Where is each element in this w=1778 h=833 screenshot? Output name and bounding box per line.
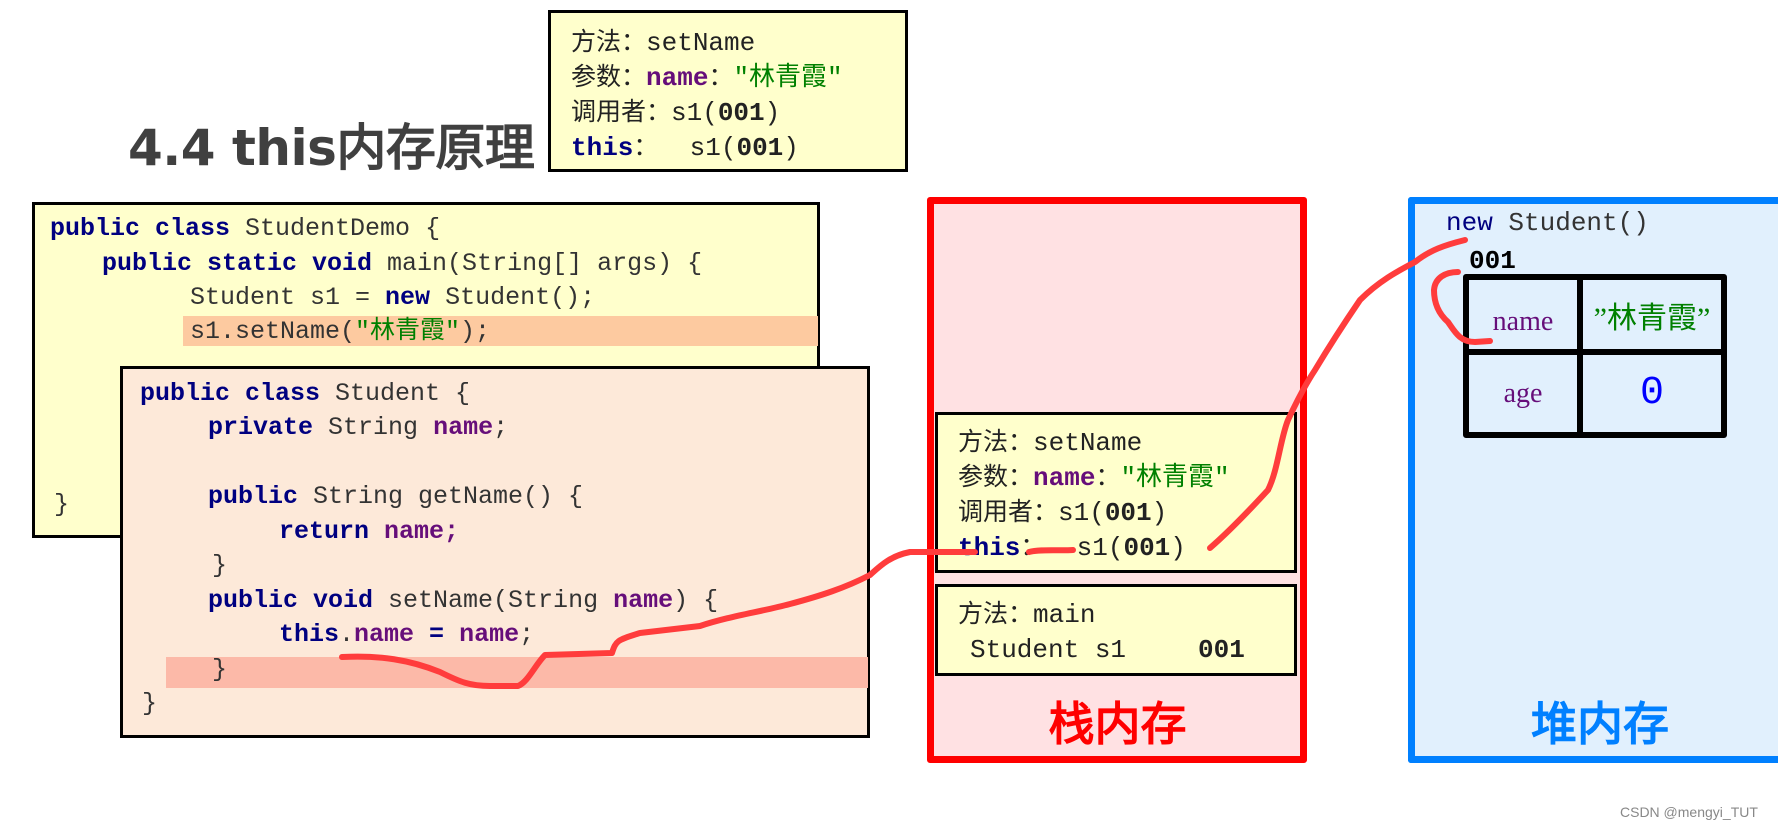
field-value-cell: ”林青霞”: [1583, 280, 1721, 355]
code-line: private String name;: [208, 413, 509, 442]
heap-object-address: 001: [1469, 246, 1516, 276]
heap-memory-label: 堆内存: [1531, 697, 1669, 751]
code-line: }: [212, 655, 228, 684]
frame-caller-line: 调用者：s1(001): [958, 497, 1168, 528]
note-method-line: 方法：setName: [571, 27, 756, 58]
frame-method-line: 方法：main: [958, 599, 1096, 630]
setname-end-highlight: [166, 657, 868, 688]
code-line: }: [54, 490, 70, 519]
frame-method-line: 方法：setName: [958, 427, 1143, 458]
stack-memory-label: 栈内存: [1048, 697, 1187, 751]
code-line: public void setName(String name) {: [208, 586, 719, 615]
field-name-cell: age: [1469, 355, 1583, 432]
note-this-line: this： s1(001): [571, 132, 799, 163]
frame-this-line: this： s1(001): [958, 532, 1186, 563]
stack-frame-setname: 方法：setName 参数：name："林青霞" 调用者：s1(001) thi…: [935, 412, 1297, 573]
frame-var-line: Student s1 001: [970, 635, 1245, 665]
code-line: public static void main(String[] args) {: [102, 249, 703, 278]
code-line: }: [212, 551, 228, 580]
watermark: CSDN @mengyi_TUT: [1620, 804, 1758, 820]
code-line: public String getName() {: [208, 482, 584, 511]
frame-param-line: 参数：name："林青霞": [958, 462, 1230, 493]
note-caller-line: 调用者：s1(001): [571, 97, 781, 128]
code-line: this.name = name;: [279, 620, 535, 649]
code-line: return name;: [279, 517, 460, 546]
heap-object-creation: new Student(): [1446, 208, 1649, 238]
page-title: 4.4 this内存原理: [128, 119, 535, 177]
code-line: public class Student {: [140, 379, 471, 408]
stack-frame-main: 方法：main Student s1 001: [935, 584, 1297, 676]
field-value-cell: 0: [1639, 371, 1664, 416]
code-line: Student s1 = new Student();: [190, 283, 596, 312]
code-line: s1.setName("林青霞");: [190, 317, 491, 346]
heap-object-table: name ”林青霞” age 0: [1463, 274, 1727, 438]
field-name-cell: name: [1469, 280, 1583, 355]
code-line: public class StudentDemo {: [50, 214, 441, 243]
code-line: }: [142, 689, 158, 718]
method-info-note: 方法：setName 参数：name："林青霞" 调用者：s1(001) thi…: [548, 10, 908, 172]
note-param-line: 参数：name："林青霞": [571, 62, 843, 93]
